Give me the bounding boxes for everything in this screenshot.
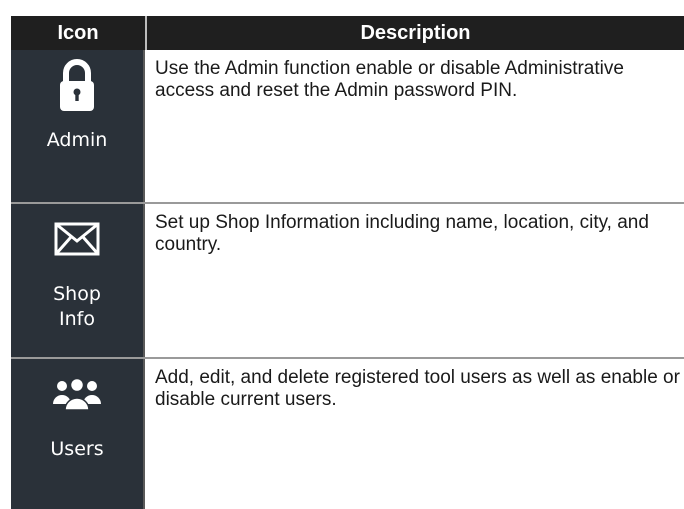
description-cell: Set up Shop Information including name, … (155, 212, 649, 255)
header-icon-column: Icon (11, 16, 147, 50)
admin-label: Admin (46, 129, 108, 151)
table-row: Admin Use the Admin function enable or d… (11, 50, 684, 204)
users-icon (47, 365, 107, 423)
icon-cell: Admin (11, 50, 145, 202)
description-cell: Add, edit, and delete registered tool us… (155, 367, 680, 410)
icon-cell: Users (11, 359, 145, 509)
table-header: Icon Description (11, 16, 684, 50)
description-cell: Use the Admin function enable or disable… (155, 58, 624, 101)
users-label: Users (50, 438, 104, 460)
shop-info-label: Shop Info (53, 283, 101, 330)
settings-table: Icon Description Admin Use the Admin fun… (11, 16, 684, 509)
table-row: Users Add, edit, and delete registered t… (11, 359, 684, 509)
table-row: Shop Info Set up Shop Information includ… (11, 204, 684, 359)
header-description-column: Description (360, 21, 471, 44)
lock-icon (47, 56, 107, 114)
icon-cell: Shop Info (11, 204, 145, 357)
envelope-icon (47, 210, 107, 268)
